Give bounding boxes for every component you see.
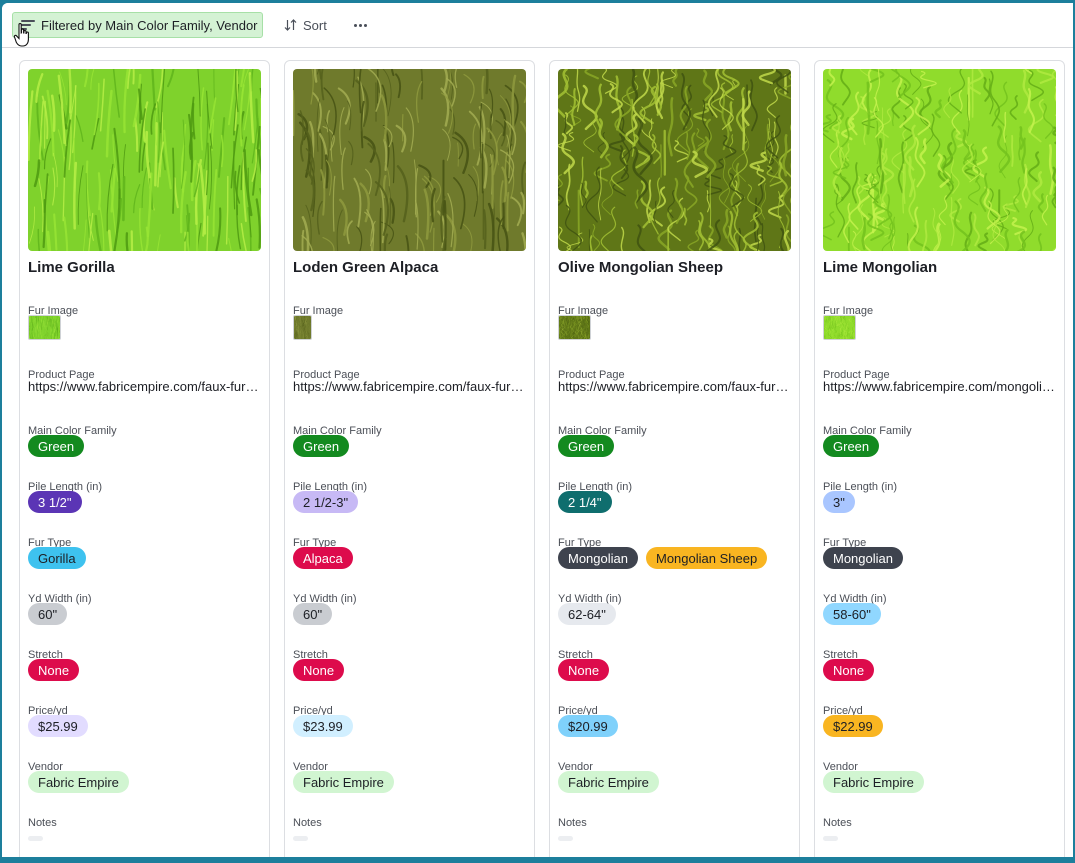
yd-width-pill: 60" <box>293 603 333 625</box>
yd-width-pills: 62-64" <box>558 603 616 625</box>
stretch-pill: None <box>293 659 345 681</box>
main-color-family-pills: Green <box>28 435 85 457</box>
fur-image-thumbnail[interactable] <box>558 315 591 340</box>
hand-cursor-icon <box>13 23 29 47</box>
cover-image <box>823 69 1056 251</box>
cover-image <box>293 69 526 251</box>
price-pill: $25.99 <box>28 715 88 737</box>
pile-length-pill: 2 1/2-3" <box>293 491 359 513</box>
vendor-pill: Fabric Empire <box>28 771 129 793</box>
notes-empty-value <box>293 836 308 841</box>
fur-type-pills: Mongolian Mongolian Sheep <box>558 547 768 569</box>
vendor-pills: Fabric Empire <box>823 771 924 793</box>
main-color-family-pill: Green <box>28 435 85 457</box>
yd-width-pill: 60" <box>28 603 68 625</box>
vendor-pills: Fabric Empire <box>293 771 394 793</box>
pile-length-pill: 3" <box>823 491 855 513</box>
field-label-notes: Notes <box>293 817 322 829</box>
card-title: Lime Gorilla <box>28 259 115 276</box>
fur-type-pill: Mongolian <box>558 547 638 569</box>
product-page-link[interactable]: https://www.fabricempire.com/mongolian-f… <box>823 379 1057 394</box>
yd-width-pill: 58-60" <box>823 603 881 625</box>
pile-length-pills: 3 1/2" <box>28 491 82 513</box>
main-color-family-pills: Green <box>823 435 880 457</box>
sort-button[interactable]: Sort <box>278 12 333 38</box>
fur-image-thumbnail[interactable] <box>293 315 312 340</box>
stretch-pill: None <box>558 659 610 681</box>
pile-length-pills: 2 1/2-3" <box>293 491 359 513</box>
pile-length-pills: 3" <box>823 491 855 513</box>
sort-icon <box>284 19 297 31</box>
field-label-notes: Notes <box>558 817 587 829</box>
cover-image <box>558 69 791 251</box>
vendor-pills: Fabric Empire <box>28 771 129 793</box>
more-options-button[interactable] <box>348 12 372 38</box>
record-card-lime-gorilla[interactable]: Lime Gorilla Fur Image Product Page https:/… <box>19 60 270 857</box>
cover-image <box>28 69 261 251</box>
yd-width-pills: 60" <box>28 603 68 625</box>
stretch-pills: None <box>823 659 875 681</box>
price-pills: $22.99 <box>823 715 883 737</box>
main-color-family-pill: Green <box>558 435 615 457</box>
notes-empty-value <box>558 836 573 841</box>
more-icon <box>353 23 367 27</box>
fur-type-pills: Mongolian <box>823 547 903 569</box>
vendor-pill: Fabric Empire <box>823 771 924 793</box>
main-color-family-pills: Green <box>293 435 350 457</box>
product-page-link[interactable]: https://www.fabricempire.com/faux-fur/lo… <box>293 379 527 394</box>
main-color-family-pills: Green <box>558 435 615 457</box>
card-title: Lime Mongolian <box>823 259 938 276</box>
fur-type-pill: Gorilla <box>28 547 86 569</box>
product-page-link[interactable]: https://www.fabricempire.com/faux-fur/ol… <box>558 379 792 394</box>
card-title: Loden Green Alpaca <box>293 259 439 276</box>
record-card-lime-mongolian[interactable]: Lime Mongolian Fur Image Product Page https… <box>814 60 1065 857</box>
gallery-grid: Lime Gorilla Fur Image Product Page https:/… <box>2 49 1073 857</box>
price-pill: $22.99 <box>823 715 883 737</box>
yd-width-pills: 60" <box>293 603 333 625</box>
stretch-pills: None <box>293 659 345 681</box>
price-pills: $23.99 <box>293 715 353 737</box>
vendor-pill: Fabric Empire <box>558 771 659 793</box>
fur-type-pill: Mongolian <box>823 547 903 569</box>
vendor-pill: Fabric Empire <box>293 771 394 793</box>
yd-width-pill: 62-64" <box>558 603 616 625</box>
record-card-loden-green-alpaca[interactable]: Loden Green Alpaca Fur Image Product Page h… <box>284 60 535 857</box>
vendor-pills: Fabric Empire <box>558 771 659 793</box>
record-card-olive-mongolian-sheep[interactable]: Olive Mongolian Sheep Fur Image Product Pa… <box>549 60 800 857</box>
product-page-link[interactable]: https://www.fabricempire.com/faux-fur/li… <box>28 379 262 394</box>
pile-length-pills: 2 1/4" <box>558 491 612 513</box>
price-pills: $25.99 <box>28 715 88 737</box>
stretch-pill: None <box>28 659 80 681</box>
card-title: Olive Mongolian Sheep <box>558 259 724 276</box>
fur-type-pill: Alpaca <box>293 547 353 569</box>
filter-button[interactable]: Filtered by Main Color Family, Vendor <box>12 12 263 38</box>
price-pill: $20.99 <box>558 715 618 737</box>
pile-length-pill: 2 1/4" <box>558 491 612 513</box>
fur-type-pills: Alpaca <box>293 547 353 569</box>
price-pill: $23.99 <box>293 715 353 737</box>
fur-image-thumbnail[interactable] <box>28 315 61 340</box>
field-label-notes: Notes <box>28 817 57 829</box>
filter-label: Filtered by Main Color Family, Vendor <box>41 17 258 33</box>
fur-type-pills: Gorilla <box>28 547 86 569</box>
stretch-pills: None <box>28 659 80 681</box>
window-frame: Filtered by Main Color Family, Vendor So… <box>2 3 1073 857</box>
fur-image-thumbnail[interactable] <box>823 315 856 340</box>
sort-label: Sort <box>303 17 327 33</box>
pile-length-pill: 3 1/2" <box>28 491 82 513</box>
yd-width-pills: 58-60" <box>823 603 881 625</box>
stretch-pills: None <box>558 659 610 681</box>
stretch-pill: None <box>823 659 875 681</box>
price-pills: $20.99 <box>558 715 618 737</box>
main-color-family-pill: Green <box>823 435 880 457</box>
main-color-family-pill: Green <box>293 435 350 457</box>
view-toolbar: Filtered by Main Color Family, Vendor So… <box>2 3 1073 48</box>
field-label-notes: Notes <box>823 817 852 829</box>
fur-type-pill: Mongolian Sheep <box>646 547 768 569</box>
notes-empty-value <box>823 836 838 841</box>
notes-empty-value <box>28 836 43 841</box>
